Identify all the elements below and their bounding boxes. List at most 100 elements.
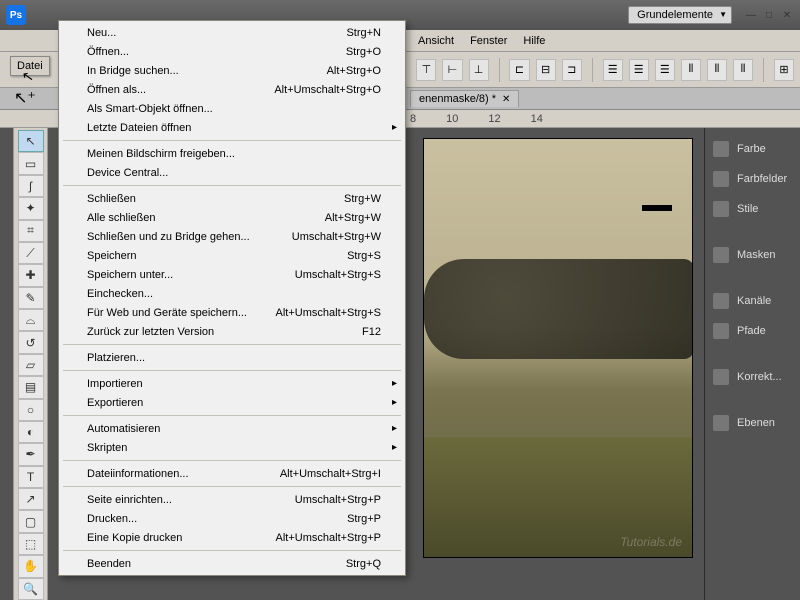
move-tool-icon[interactable]: ↖⁺: [14, 88, 36, 108]
align-left-button[interactable]: ⊏: [509, 59, 529, 81]
panel-label: Farbfelder: [737, 173, 787, 185]
marquee-tool[interactable]: ▭: [18, 152, 44, 174]
menu-item-label: Dateiinformationen...: [87, 468, 280, 480]
menu-item[interactable]: SpeichernStrg+S: [61, 246, 403, 265]
menu-item-shortcut: Alt+Umschalt+Strg+O: [274, 84, 381, 96]
menu-hilfe[interactable]: Hilfe: [515, 32, 553, 50]
menu-item[interactable]: Eine Kopie druckenAlt+Umschalt+Strg+P: [61, 528, 403, 547]
document-canvas[interactable]: Tutorials.de: [423, 138, 693, 558]
menu-item[interactable]: In Bridge suchen...Alt+Strg+O: [61, 61, 403, 80]
dist-hmid-button[interactable]: ⦀: [707, 59, 727, 81]
menu-item-label: Meinen Bildschirm freigeben...: [87, 148, 381, 160]
close-tab-icon[interactable]: ✕: [502, 94, 510, 105]
menu-item[interactable]: BeendenStrg+Q: [61, 554, 403, 573]
menu-item[interactable]: Öffnen als...Alt+Umschalt+Strg+O: [61, 80, 403, 99]
workspace-dropdown[interactable]: Grundelemente: [628, 6, 732, 24]
gradient-tool[interactable]: ▤: [18, 376, 44, 398]
menu-item[interactable]: Schließen und zu Bridge gehen...Umschalt…: [61, 227, 403, 246]
dist-vmid-button[interactable]: ☰: [629, 59, 649, 81]
menu-item[interactable]: Neu...Strg+N: [61, 23, 403, 42]
hand-tool[interactable]: ✋: [18, 555, 44, 577]
lasso-tool[interactable]: ʃ: [18, 175, 44, 197]
panel-label: Korrekt...: [737, 371, 782, 383]
dist-top-button[interactable]: ☰: [603, 59, 623, 81]
move-tool[interactable]: ↖: [18, 130, 44, 152]
crop-tool[interactable]: ⌗: [18, 220, 44, 242]
menu-item[interactable]: Platzieren...: [61, 348, 403, 367]
close-button[interactable]: ✕: [780, 8, 794, 22]
wand-tool[interactable]: ✦: [18, 197, 44, 219]
menu-item-shortcut: Alt+Strg+W: [325, 212, 381, 224]
panel-icon: [713, 323, 729, 339]
panel-label: Farbe: [737, 143, 766, 155]
blur-tool[interactable]: ○: [18, 399, 44, 421]
panel-farbfelder[interactable]: Farbfelder: [705, 164, 800, 194]
align-right-button[interactable]: ⊐: [562, 59, 582, 81]
align-bottom-button[interactable]: ⊥: [469, 59, 489, 81]
menu-item-label: Device Central...: [87, 167, 381, 179]
menu-item-label: Drucken...: [87, 513, 347, 525]
menu-item-shortcut: Alt+Strg+O: [327, 65, 381, 77]
menu-item[interactable]: Seite einrichten...Umschalt+Strg+P: [61, 490, 403, 509]
type-tool[interactable]: T: [18, 466, 44, 488]
dist-right-button[interactable]: ⦀: [733, 59, 753, 81]
menu-item[interactable]: SchließenStrg+W: [61, 189, 403, 208]
menu-item[interactable]: Einchecken...: [61, 284, 403, 303]
stamp-tool[interactable]: ⌓: [18, 309, 44, 331]
menu-item-shortcut: Alt+Umschalt+Strg+P: [276, 532, 381, 544]
menu-item-shortcut: Alt+Umschalt+Strg+I: [280, 468, 381, 480]
menu-item[interactable]: Drucken...Strg+P: [61, 509, 403, 528]
path-tool[interactable]: ↗: [18, 488, 44, 510]
menu-item-label: Exportieren: [87, 397, 381, 409]
menu-item-label: Automatisieren: [87, 423, 381, 435]
menu-item[interactable]: Importieren: [61, 374, 403, 393]
panel-stile[interactable]: Stile: [705, 194, 800, 224]
eraser-tool[interactable]: ▱: [18, 354, 44, 376]
align-vmid-button[interactable]: ⊢: [442, 59, 462, 81]
panel-korrekt...[interactable]: Korrekt...: [705, 362, 800, 392]
menu-item-label: In Bridge suchen...: [87, 65, 327, 77]
panel-label: Stile: [737, 203, 758, 215]
menu-item-label: Neu...: [87, 27, 346, 39]
panel-kanäle[interactable]: Kanäle: [705, 286, 800, 316]
panel-ebenen[interactable]: Ebenen: [705, 408, 800, 438]
shape-tool[interactable]: ▢: [18, 510, 44, 532]
menu-item[interactable]: Device Central...: [61, 163, 403, 182]
menu-item-shortcut: Strg+Q: [346, 558, 381, 570]
heal-tool[interactable]: ✚: [18, 264, 44, 286]
menu-item[interactable]: Für Web und Geräte speichern...Alt+Umsch…: [61, 303, 403, 322]
document-tab[interactable]: enenmaske/8) * ✕: [410, 90, 519, 107]
eyedrop-tool[interactable]: ⟋: [18, 242, 44, 264]
auto-align-button[interactable]: ⊞: [774, 59, 794, 81]
3d-tool[interactable]: ⬚: [18, 533, 44, 555]
menu-fenster[interactable]: Fenster: [462, 32, 515, 50]
menu-separator: [63, 344, 401, 345]
maximize-button[interactable]: □: [762, 8, 776, 22]
menu-item[interactable]: Letzte Dateien öffnen: [61, 118, 403, 137]
history-tool[interactable]: ↺: [18, 331, 44, 353]
panel-pfade[interactable]: Pfade: [705, 316, 800, 346]
menu-item[interactable]: Meinen Bildschirm freigeben...: [61, 144, 403, 163]
menu-item[interactable]: Dateiinformationen...Alt+Umschalt+Strg+I: [61, 464, 403, 483]
pen-tool[interactable]: ✒: [18, 443, 44, 465]
panel-label: Ebenen: [737, 417, 775, 429]
dodge-tool[interactable]: ◐: [18, 421, 44, 443]
brush-tool[interactable]: ✎: [18, 287, 44, 309]
menu-item[interactable]: Exportieren: [61, 393, 403, 412]
menu-ansicht[interactable]: Ansicht: [410, 32, 462, 50]
menu-item[interactable]: Automatisieren: [61, 419, 403, 438]
menu-item[interactable]: Als Smart-Objekt öffnen...: [61, 99, 403, 118]
zoom-tool[interactable]: 🔍: [18, 578, 44, 600]
align-hmid-button[interactable]: ⊟: [536, 59, 556, 81]
menu-item[interactable]: Skripten: [61, 438, 403, 457]
dist-bottom-button[interactable]: ☰: [655, 59, 675, 81]
menu-item[interactable]: Zurück zur letzten VersionF12: [61, 322, 403, 341]
menu-item[interactable]: Alle schließenAlt+Strg+W: [61, 208, 403, 227]
menu-item[interactable]: Öffnen...Strg+O: [61, 42, 403, 61]
menu-item[interactable]: Speichern unter...Umschalt+Strg+S: [61, 265, 403, 284]
align-top-button[interactable]: ⊤: [416, 59, 436, 81]
minimize-button[interactable]: —: [744, 8, 758, 22]
dist-left-button[interactable]: ⦀: [681, 59, 701, 81]
panel-farbe[interactable]: Farbe: [705, 134, 800, 164]
panel-masken[interactable]: Masken: [705, 240, 800, 270]
